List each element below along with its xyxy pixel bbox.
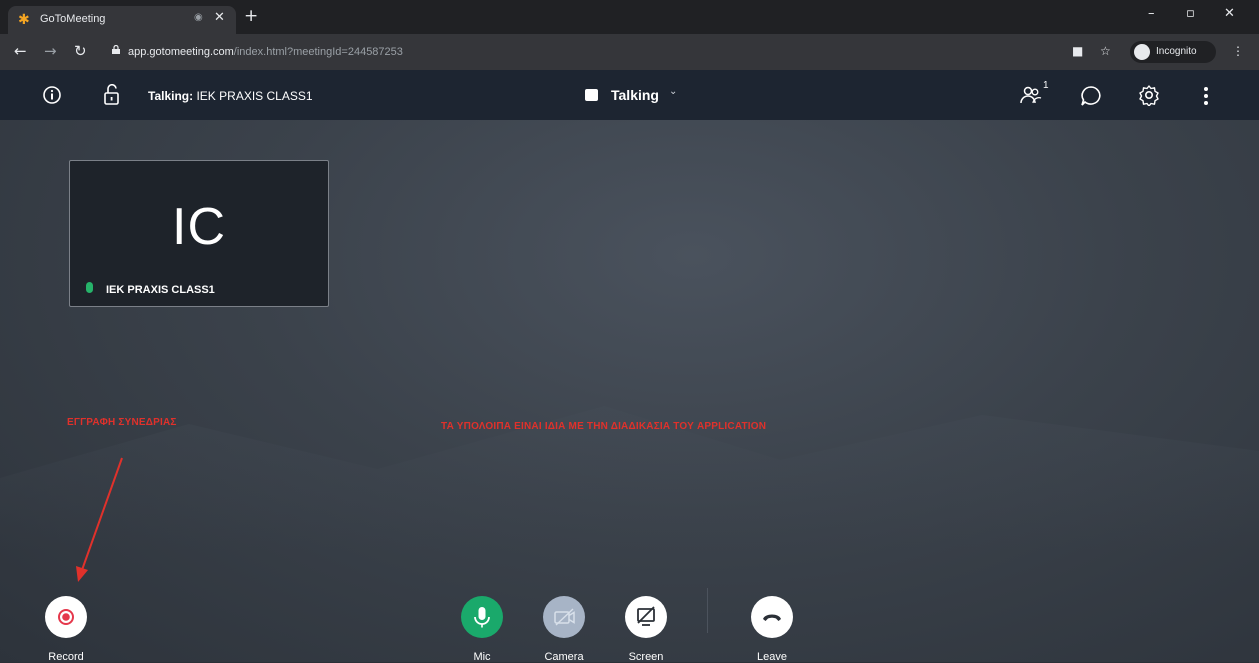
leave-label: Leave (757, 651, 787, 663)
browser-menu-icon[interactable]: ⋮ (1232, 44, 1244, 58)
talking-name: IEK PRAXIS CLASS1 (196, 89, 313, 103)
participant-initials: IC (172, 198, 226, 256)
record-icon (58, 609, 74, 625)
reload-icon[interactable]: ↻ (74, 42, 87, 60)
camera-button[interactable] (543, 596, 585, 638)
camera-in-use-icon[interactable]: ■ (1072, 44, 1083, 58)
speaker-view-icon (585, 89, 598, 101)
hang-up-icon (763, 614, 781, 621)
incognito-icon (1134, 44, 1150, 60)
view-mode-label: Talking (611, 87, 659, 103)
mic-label: Mic (473, 651, 491, 663)
record-label: Record (48, 651, 84, 663)
mic-button[interactable] (461, 596, 503, 638)
chat-icon[interactable] (1080, 85, 1102, 107)
participant-name: IEK PRAXIS CLASS1 (106, 284, 215, 296)
attendee-count: 1 (1043, 80, 1049, 91)
close-tab-icon[interactable]: ✕ (214, 10, 225, 25)
incognito-label: Incognito (1156, 46, 1197, 57)
browser-tab-bar: ✱ GoToMeeting ◉ ✕ + – ▫ ✕ (0, 0, 1259, 34)
leave-button[interactable] (751, 596, 793, 638)
url-text: app.gotomeeting.com/index.html?meetingId… (128, 46, 403, 58)
recording-indicator-icon: ◉ (194, 12, 203, 23)
url-field[interactable]: app.gotomeeting.com/index.html?meetingId… (104, 39, 1054, 65)
meeting-header: Talking: IEK PRAXIS CLASS1 Talking ⌄ 1 (0, 70, 1259, 120)
main-annotation: ΤΑ ΥΠΟΛΟΙΠΑ ΕΙΝΑΙ ΙΔΙΑ ΜΕ ΤΗΝ ΔΙΑΔΙΚΑΣΙΑ… (441, 421, 767, 432)
lock-icon (112, 45, 120, 54)
address-bar: ← → ↻ app.gotomeeting.com/index.html?mee… (0, 34, 1259, 70)
record-button[interactable] (45, 596, 87, 638)
incognito-badge[interactable]: Incognito (1130, 41, 1216, 63)
more-vertical-icon[interactable] (1202, 86, 1210, 106)
mic-icon (474, 607, 490, 628)
new-tab-button[interactable]: + (244, 6, 258, 26)
chevron-down-icon: ⌄ (669, 86, 678, 97)
close-window-icon[interactable]: ✕ (1224, 6, 1235, 21)
tab-title: GoToMeeting (40, 13, 106, 25)
record-annotation: ΕΓΓΡΑΦΗ ΣΥΝΕΔΡΙΑΣ (67, 417, 177, 428)
minimize-icon[interactable]: – (1148, 6, 1155, 21)
browser-tab[interactable]: ✱ GoToMeeting ◉ ✕ (8, 6, 236, 34)
gear-icon[interactable] (1138, 84, 1160, 106)
info-icon[interactable] (42, 85, 62, 105)
forward-icon[interactable]: → (44, 42, 57, 60)
screen-button[interactable] (625, 596, 667, 638)
talking-indicator: Talking: IEK PRAXIS CLASS1 (148, 89, 313, 103)
camera-off-icon (554, 608, 575, 626)
controls-divider (707, 588, 708, 633)
camera-label: Camera (544, 651, 584, 663)
maximize-icon[interactable]: ▫ (1186, 6, 1195, 21)
unlock-icon[interactable] (103, 84, 121, 106)
mic-active-icon (86, 282, 93, 293)
talking-prefix: Talking: (148, 89, 194, 103)
screen-share-off-icon (637, 606, 655, 626)
bookmark-star-icon[interactable]: ☆ (1100, 44, 1111, 58)
gotomeeting-logo-icon: ✱ (18, 12, 30, 28)
screen-label: Screen (628, 651, 664, 663)
participant-tile[interactable]: IC IEK PRAXIS CLASS1 (69, 160, 329, 307)
back-icon[interactable]: ← (14, 42, 27, 60)
background-mountains (0, 406, 1259, 550)
